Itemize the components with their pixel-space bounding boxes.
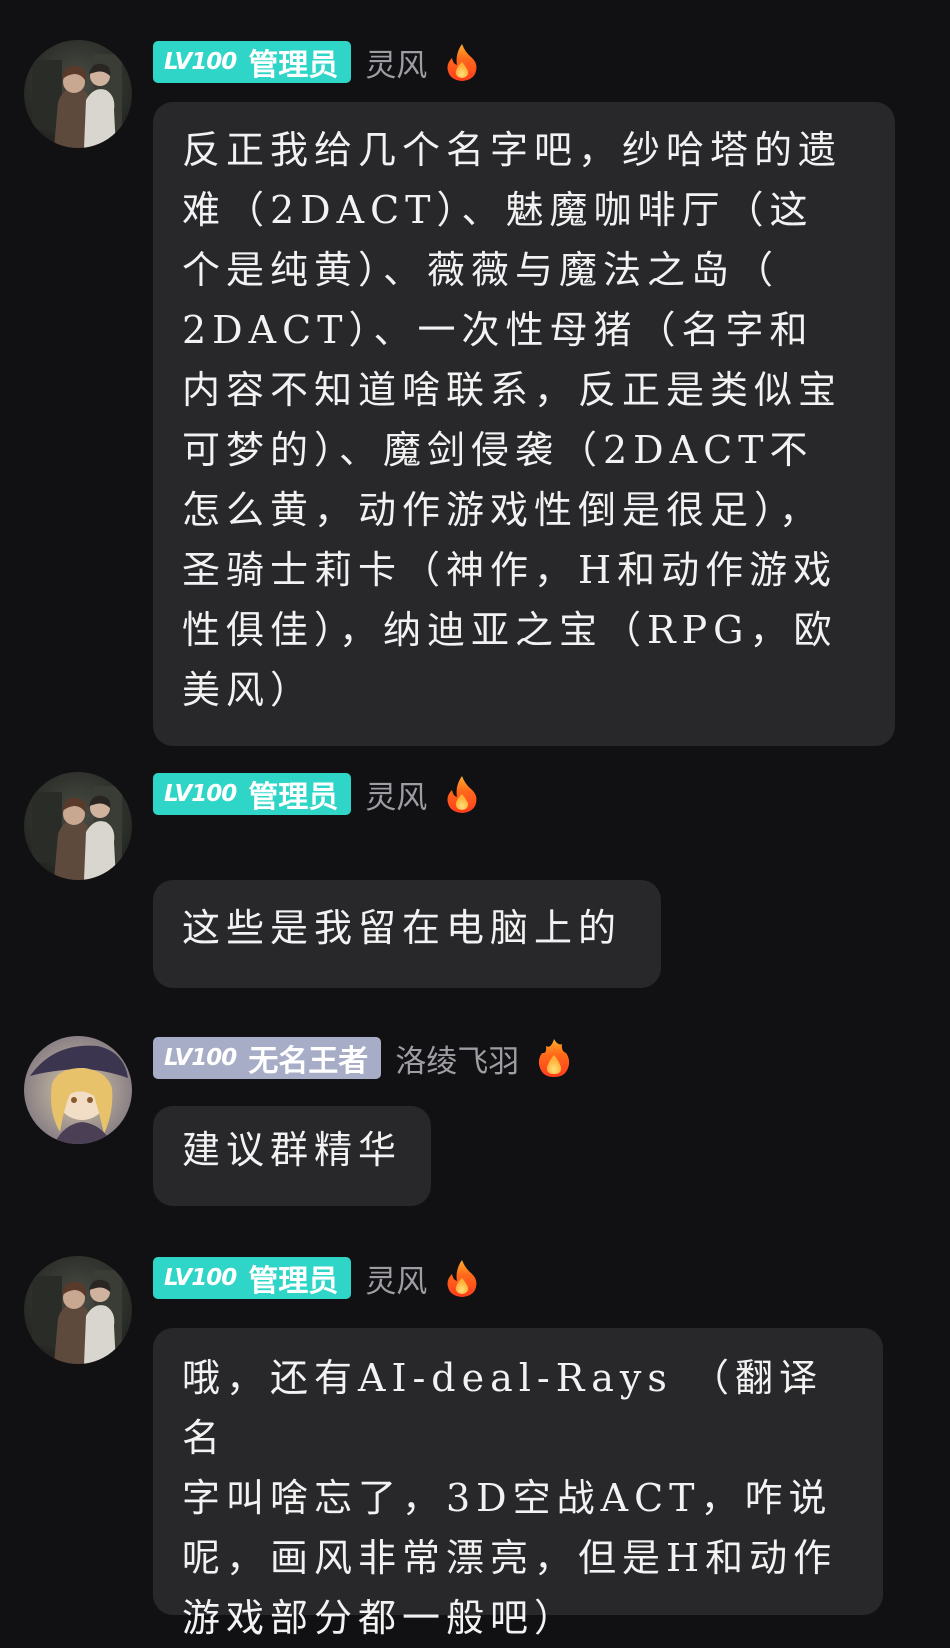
anime-avatar-dark-icon <box>24 772 132 880</box>
level-badge: LV100 管理员 <box>153 1257 352 1299</box>
fire-icon <box>447 776 477 813</box>
message-bubble[interactable]: 反正我给几个名字吧，纱哈塔的遗 难（2DACT）、魅魔咖啡厅（这 个是纯黄）、薇… <box>153 102 895 746</box>
level-badge: LV100 无名王者 <box>153 1037 382 1079</box>
fire-icon <box>539 1039 570 1077</box>
fire-icon <box>447 44 477 81</box>
username[interactable]: 灵风 <box>365 40 427 85</box>
anime-avatar-dark-icon <box>24 40 132 148</box>
fire-icon <box>447 1260 477 1297</box>
anime-avatar-dark-icon <box>24 1256 132 1364</box>
message-bubble[interactable]: 哦，还有AI-deal-Rays （翻译名 字叫啥忘了，3D空战ACT，咋说 呢… <box>153 1328 883 1640</box>
role-label: 无名王者 <box>248 1044 369 1079</box>
role-label: 管理员 <box>248 1264 339 1299</box>
message-header: LV100 管理员 灵风 <box>153 40 479 84</box>
anime-avatar-blonde-icon <box>24 1036 132 1144</box>
level-label: LV100 <box>164 1045 237 1071</box>
level-label: LV100 <box>164 1265 237 1291</box>
role-label: 管理员 <box>248 780 339 815</box>
level-label: LV100 <box>164 781 237 807</box>
avatar[interactable] <box>24 1256 132 1364</box>
avatar[interactable] <box>24 1036 132 1144</box>
message-header: LV100 无名王者 洛绫飞羽 <box>153 1036 571 1080</box>
avatar[interactable] <box>24 40 132 148</box>
message-bubble[interactable]: 这些是我留在电脑上的 <box>153 880 661 988</box>
level-label: LV100 <box>164 49 237 75</box>
level-badge: LV100 管理员 <box>153 773 352 815</box>
message-header: LV100 管理员 灵风 <box>153 1256 479 1300</box>
message-header: LV100 管理员 灵风 <box>153 772 479 816</box>
avatar[interactable] <box>24 772 132 880</box>
username[interactable]: 灵风 <box>365 1256 427 1301</box>
message-bubble[interactable]: 建议群精华 <box>153 1106 431 1206</box>
role-label: 管理员 <box>248 48 339 83</box>
username[interactable]: 洛绫飞羽 <box>395 1036 519 1081</box>
username[interactable]: 灵风 <box>365 772 427 817</box>
level-badge: LV100 管理员 <box>153 41 352 83</box>
